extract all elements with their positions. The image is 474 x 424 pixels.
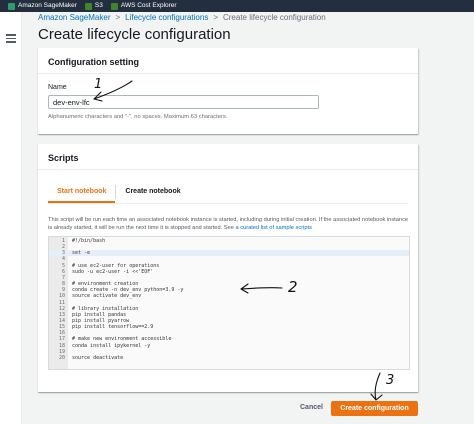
panel-title: Configuration setting: [38, 48, 418, 74]
sagemaker-icon: [8, 2, 15, 10]
name-input[interactable]: [48, 95, 319, 109]
tab-start-notebook[interactable]: Start notebook: [48, 180, 116, 203]
configuration-setting-panel: Configuration setting Name Alphanumeric …: [38, 48, 418, 134]
favorite-label: AWS Cost Explorer: [120, 2, 177, 9]
favorite-s3[interactable]: S3: [84, 0, 103, 12]
page-root: Amazon SageMaker S3 AWS Cost Explorer Am…: [0, 0, 474, 424]
side-navigation-rail: [0, 12, 22, 424]
favorite-label: S3: [94, 2, 103, 9]
name-label: Name: [48, 84, 67, 91]
favorite-cost-explorer[interactable]: AWS Cost Explorer: [110, 0, 177, 12]
cost-explorer-icon: [110, 2, 118, 10]
breadcrumb-lifecycle-configurations[interactable]: Lifecycle configurations: [125, 13, 208, 22]
favorite-sagemaker[interactable]: Amazon SageMaker: [8, 0, 77, 12]
breadcrumb-sagemaker[interactable]: Amazon SageMaker: [38, 13, 110, 22]
script-tabs: Start notebook Create notebook: [48, 180, 408, 204]
script-description: This script will be run each time an ass…: [48, 216, 410, 232]
code-text: source deactivate: [72, 354, 124, 361]
s3-icon: [84, 2, 92, 10]
script-editor[interactable]: 1 #!/bin/bash 2 3 set -e 4 5 # use ec2-user for…: [48, 236, 410, 370]
hamburger-menu-icon[interactable]: [6, 34, 16, 43]
code-line[interactable]: 20 source deactivate: [49, 355, 409, 361]
create-configuration-button[interactable]: Create configuration: [331, 401, 418, 416]
page-title: Create lifecycle configuration: [38, 26, 231, 43]
name-hint: Alphanumeric characters and "-", no spac…: [48, 114, 228, 120]
breadcrumb-separator: >: [115, 13, 121, 22]
tab-create-notebook[interactable]: Create notebook: [116, 180, 189, 203]
favorites-bar: Amazon SageMaker S3 AWS Cost Explorer: [0, 0, 474, 12]
sample-scripts-link[interactable]: a curated list of sample scripts: [235, 225, 312, 231]
breadcrumb-current: Create lifecycle configuration: [222, 13, 326, 22]
scripts-panel: Scripts Start notebook Create notebook T…: [38, 144, 418, 392]
breadcrumb-separator: >: [213, 13, 218, 22]
cancel-button[interactable]: Cancel: [300, 404, 323, 411]
line-number: 20: [58, 354, 65, 361]
favorite-label: Amazon SageMaker: [18, 2, 77, 9]
breadcrumb: Amazon SageMaker > Lifecycle configurati…: [38, 13, 326, 22]
panel-title: Scripts: [38, 144, 418, 170]
description-text: This script will be run each time an ass…: [48, 217, 409, 231]
